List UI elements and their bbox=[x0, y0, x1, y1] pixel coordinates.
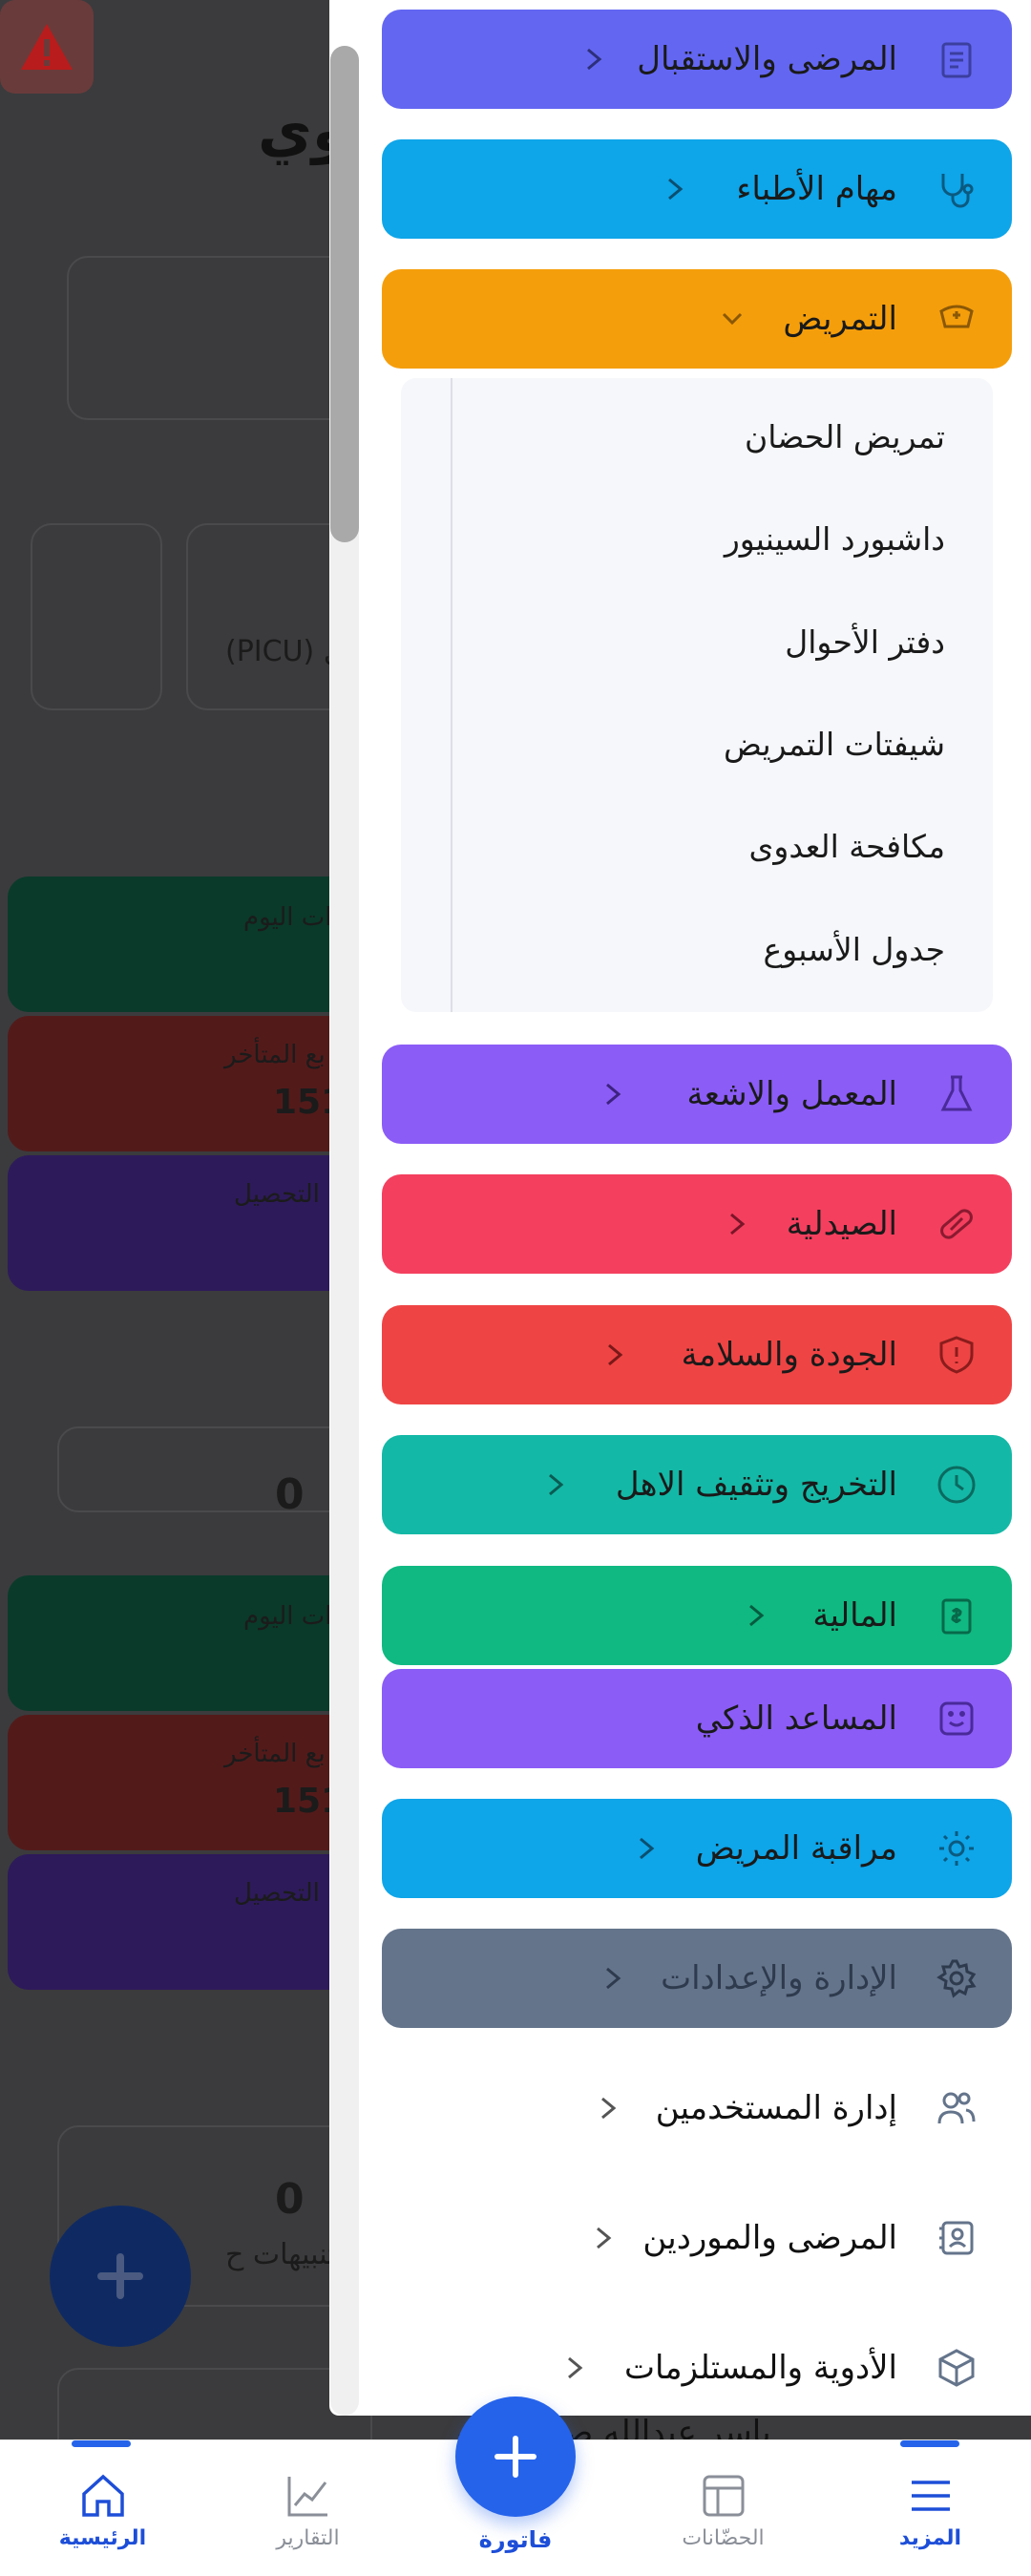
submenu-item-senior-dashboard[interactable]: داشبورد السينيور bbox=[468, 506, 945, 573]
stat-label: ة التحصيل bbox=[234, 1180, 341, 1209]
menu-item-label: المرضى والموردين bbox=[642, 2219, 897, 2257]
submenu-item-status-log[interactable]: دفتر الأحوال bbox=[468, 609, 945, 676]
tab-label: الحضّانات bbox=[682, 2526, 765, 2550]
submenu-divider bbox=[451, 378, 452, 1012]
menu-item-pharmacy[interactable]: الصيدلية bbox=[382, 1174, 1012, 1274]
scrollbar-thumb[interactable] bbox=[330, 46, 359, 542]
tab-more[interactable]: المزيد bbox=[866, 2440, 995, 2576]
menu-item-patient-monitoring[interactable]: مراقبة المريض bbox=[382, 1799, 1012, 1898]
menu-item-medicines-supplies[interactable]: الأدوية والمستلزمات bbox=[382, 2318, 1012, 2418]
chevron-right-icon bbox=[668, 178, 684, 201]
menu-item-quality-safety[interactable]: الجودة والسلامة bbox=[382, 1305, 1012, 1404]
smile-icon bbox=[939, 1701, 974, 1736]
chevron-down-icon bbox=[722, 312, 743, 326]
menu-item-patients-reception[interactable]: المرضى والاستقبال bbox=[382, 10, 1012, 109]
background-card bbox=[67, 256, 353, 420]
nurse-cap-icon bbox=[939, 305, 974, 328]
box-icon bbox=[938, 2349, 975, 2387]
menu-item-label: الجودة والسلامة bbox=[681, 1336, 897, 1374]
menu-item-label: المالية bbox=[812, 1596, 897, 1635]
tab-label: المزيد bbox=[898, 2526, 962, 2550]
flask-icon bbox=[940, 1075, 973, 1111]
contact-book-icon bbox=[939, 2221, 974, 2255]
invoice-add-button[interactable] bbox=[455, 2397, 576, 2517]
stethoscope-icon bbox=[941, 174, 974, 208]
stat-label: بع المتأخر bbox=[224, 1041, 326, 1069]
home-icon bbox=[81, 2474, 124, 2517]
submenu-item-nursing-shifts[interactable]: شيفتات التمريض bbox=[468, 711, 945, 778]
stat-label: بع المتأخر bbox=[224, 1740, 326, 1768]
chevron-right-icon bbox=[587, 48, 602, 71]
alerts-label: تنبيهات ح bbox=[225, 2238, 336, 2271]
menu-item-doctor-tasks[interactable]: مهام الأطباء bbox=[382, 139, 1012, 239]
menu-item-finance[interactable]: المالية bbox=[382, 1566, 1012, 1665]
clock-icon bbox=[937, 1466, 976, 1504]
tab-home[interactable]: الرئيسية bbox=[38, 2440, 167, 2576]
zero-value: 0 bbox=[275, 1470, 305, 1519]
menu-item-label: المعمل والاشعة bbox=[686, 1075, 897, 1113]
submenu-item-incubator-nursing[interactable]: تمريض الحضان bbox=[468, 404, 945, 471]
chevron-right-icon bbox=[606, 1083, 621, 1106]
menu-item-label: التمريض bbox=[783, 300, 897, 338]
menu-item-label: الإدارة والإعدادات bbox=[661, 1959, 897, 1997]
background-add-button bbox=[50, 2206, 191, 2347]
chevron-right-icon bbox=[749, 1604, 765, 1627]
stat-label: ات اليوم bbox=[243, 1602, 332, 1631]
shield-icon bbox=[939, 1336, 974, 1374]
menu-item-discharge-education[interactable]: التخريج وتثقيف الاهل bbox=[382, 1435, 1012, 1534]
receipt-icon bbox=[941, 1598, 972, 1635]
stat-label: ة التحصيل bbox=[234, 1879, 341, 1908]
tab-label: التقارير bbox=[276, 2526, 340, 2550]
chevron-right-icon bbox=[606, 1967, 621, 1990]
chevron-right-icon bbox=[597, 2227, 612, 2249]
chevron-right-icon bbox=[549, 1473, 564, 1496]
menu-item-ai-assistant[interactable]: المساعد الذكي bbox=[382, 1669, 1012, 1768]
clipboard-list-icon bbox=[941, 42, 972, 78]
chevron-right-icon bbox=[608, 1343, 623, 1366]
background-card bbox=[57, 1426, 363, 1512]
menu-item-label: الأدوية والمستلزمات bbox=[624, 2349, 897, 2387]
tab-incubators[interactable]: الحضّانات bbox=[659, 2440, 788, 2576]
chevron-right-icon bbox=[730, 1213, 746, 1235]
menu-item-label: مراقبة المريض bbox=[695, 1829, 897, 1868]
stat-label: ات اليوم bbox=[243, 903, 332, 932]
drawer-scrollbar[interactable] bbox=[330, 46, 359, 2416]
picu-label: (PICU) ل bbox=[225, 635, 345, 668]
gear-icon bbox=[936, 1959, 977, 1998]
menu-item-lab-radiology[interactable]: المعمل والاشعة bbox=[382, 1045, 1012, 1144]
submenu-item-infection-control[interactable]: مكافحة العدوى bbox=[468, 813, 945, 880]
chevron-right-icon bbox=[601, 2097, 617, 2120]
background-card bbox=[31, 523, 162, 710]
submenu-item-weekly-schedule[interactable]: جدول الأسبوع bbox=[468, 917, 945, 983]
menu-item-label: التخريج وتثقيف الاهل bbox=[615, 1466, 897, 1504]
menu-item-nursing[interactable]: التمريض bbox=[382, 269, 1012, 369]
chevron-right-icon bbox=[568, 2356, 583, 2379]
menu-icon bbox=[911, 2481, 950, 2511]
menu-item-admin-settings[interactable]: الإدارة والإعدادات bbox=[382, 1929, 1012, 2028]
menu-item-label: إدارة المستخدمين bbox=[655, 2089, 897, 2127]
chevron-right-icon bbox=[640, 1837, 655, 1860]
menu-item-label: المساعد الذكي bbox=[695, 1700, 897, 1738]
pill-icon bbox=[940, 1209, 973, 1239]
menu-item-user-management[interactable]: إدارة المستخدمين bbox=[382, 2059, 1012, 2158]
zero-value: 0 bbox=[275, 2175, 305, 2224]
tab-label: الرئيسية bbox=[58, 2526, 147, 2550]
sun-icon bbox=[939, 1831, 974, 1866]
chart-line-icon bbox=[287, 2477, 327, 2517]
menu-item-label: مهام الأطباء bbox=[736, 170, 897, 208]
warning-icon bbox=[0, 0, 94, 94]
tab-reports[interactable]: التقارير bbox=[243, 2440, 372, 2576]
users-icon bbox=[937, 2092, 976, 2124]
layout-icon bbox=[703, 2475, 744, 2517]
invoice-label: فاتورة bbox=[478, 2526, 553, 2553]
menu-item-patients-suppliers[interactable]: المرضى والموردين bbox=[382, 2188, 1012, 2288]
menu-item-label: الصيدلية bbox=[786, 1205, 897, 1243]
plus-icon bbox=[494, 2436, 537, 2478]
menu-item-label: المرضى والاستقبال bbox=[637, 40, 897, 78]
